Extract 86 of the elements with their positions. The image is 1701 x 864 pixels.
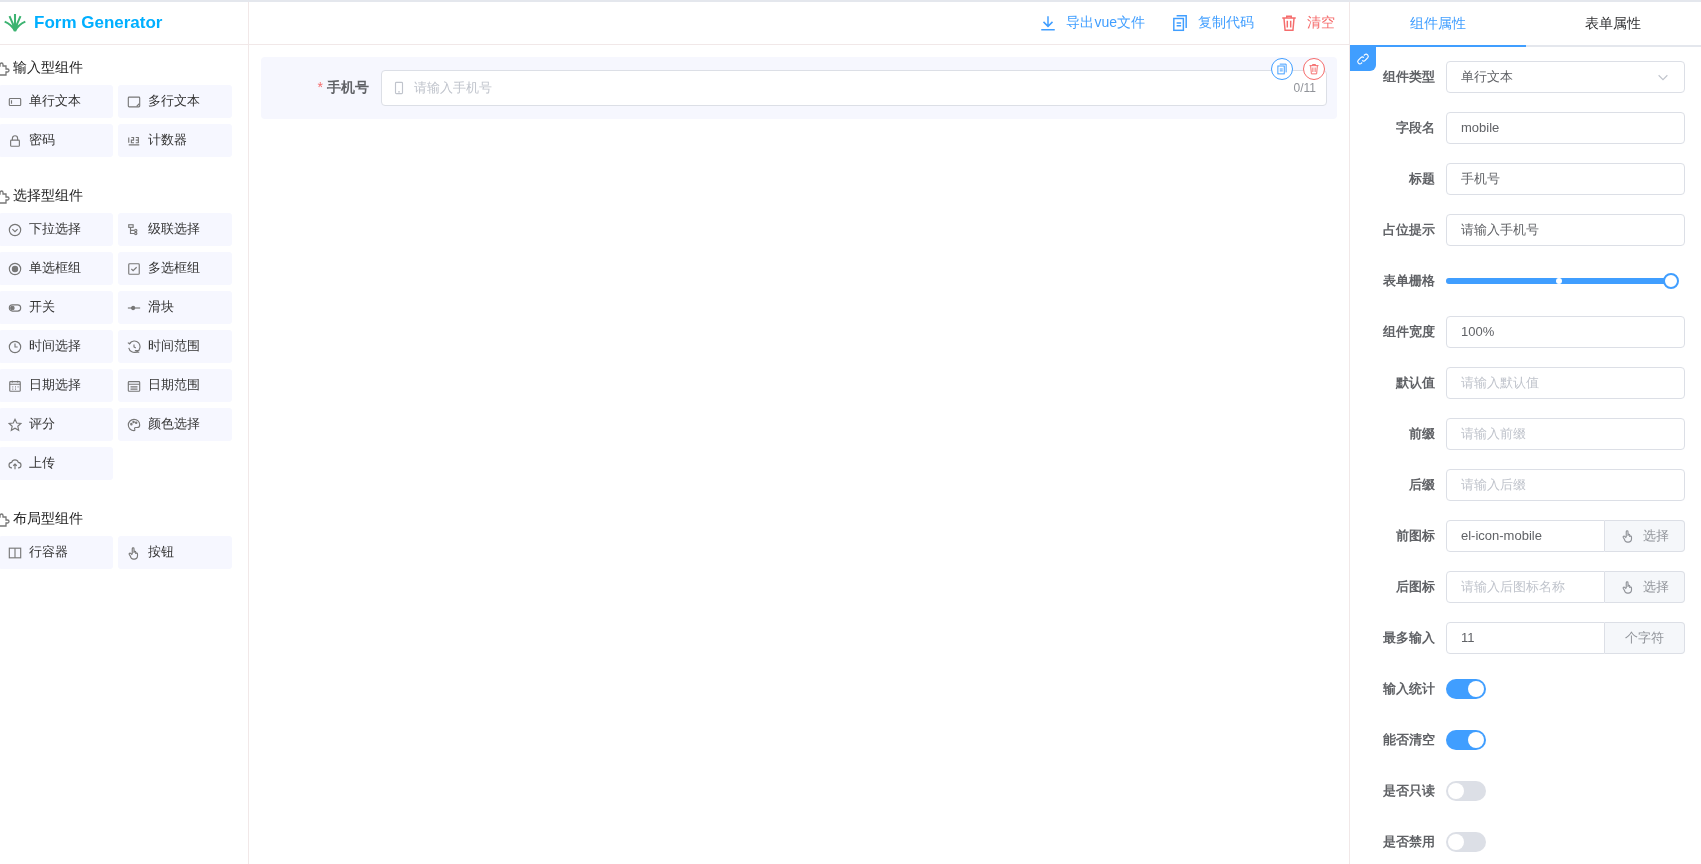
hand-pointer-icon bbox=[1620, 528, 1635, 543]
field-label: 字段名 bbox=[1395, 118, 1436, 137]
component-item[interactable]: 日期范围 bbox=[118, 369, 232, 402]
app-title: Form Generator bbox=[34, 13, 163, 33]
field-label: 后图标 bbox=[1395, 577, 1436, 596]
component-item[interactable]: 按钮 bbox=[118, 536, 232, 569]
input-field[interactable]: 100% bbox=[1446, 315, 1685, 348]
toggle-switch[interactable] bbox=[1446, 678, 1486, 699]
field-label: 默认值 bbox=[1394, 373, 1436, 392]
input-field[interactable]: 手机号 bbox=[1446, 162, 1685, 195]
input-suffix: 个字符 bbox=[1605, 621, 1685, 654]
group-title: 布局型组件 bbox=[13, 510, 83, 528]
input-field[interactable]: el-icon-mobile bbox=[1446, 519, 1605, 552]
field-label: 最多输入 bbox=[1382, 628, 1436, 647]
delete-button[interactable] bbox=[1303, 58, 1325, 80]
input-field[interactable]: mobile bbox=[1446, 111, 1685, 144]
dropdown[interactable]: 单行文本 bbox=[1446, 60, 1685, 93]
palette-icon bbox=[127, 417, 141, 432]
component-item[interactable]: 时间范围 bbox=[118, 330, 232, 363]
copy-icon bbox=[1276, 63, 1288, 75]
calendar-range-icon bbox=[127, 378, 141, 393]
field-label: 输入统计 bbox=[1382, 679, 1436, 698]
char-counter: 0/11 bbox=[1293, 81, 1316, 95]
toggle-switch[interactable] bbox=[1446, 780, 1486, 801]
component-item[interactable]: 单行文本 bbox=[0, 85, 113, 118]
component-item[interactable]: 单选框组 bbox=[0, 252, 113, 285]
component-item[interactable]: 上传 bbox=[0, 447, 113, 480]
textarea-icon bbox=[127, 94, 141, 109]
toggle-switch[interactable] bbox=[1446, 729, 1486, 750]
star-icon bbox=[8, 417, 22, 432]
cloud-upload-icon bbox=[8, 456, 22, 471]
component-item[interactable]: 计数器 bbox=[118, 124, 232, 157]
radio-icon bbox=[8, 261, 22, 276]
hand-pointer-icon bbox=[1620, 579, 1635, 594]
group-title: 选择型组件 bbox=[13, 187, 83, 205]
component-item[interactable]: 级联选择 bbox=[118, 213, 232, 246]
field-label: 能否清空 bbox=[1382, 730, 1436, 749]
field-label: 手机号 bbox=[327, 79, 369, 97]
field-label: 表单栅格 bbox=[1382, 271, 1436, 290]
input-field[interactable]: 11 bbox=[1446, 621, 1605, 654]
link-button[interactable] bbox=[1350, 47, 1376, 71]
field-label: 前图标 bbox=[1395, 526, 1436, 545]
input-field[interactable]: 请输入手机号 bbox=[1446, 213, 1685, 246]
field-label: 前缀 bbox=[1408, 424, 1436, 443]
component-item[interactable]: 行容器 bbox=[0, 536, 113, 569]
phone-icon bbox=[392, 81, 406, 95]
component-item[interactable]: 多行文本 bbox=[118, 85, 232, 118]
field-label: 标题 bbox=[1408, 169, 1436, 188]
required-mark: * bbox=[317, 79, 323, 97]
field-label: 是否只读 bbox=[1382, 781, 1436, 800]
calendar-icon bbox=[8, 378, 22, 393]
clock-range-icon bbox=[127, 339, 141, 354]
lock-icon bbox=[8, 133, 22, 148]
component-item[interactable]: 滑块 bbox=[118, 291, 232, 324]
field-label: 后缀 bbox=[1408, 475, 1436, 494]
field-label: 组件类型 bbox=[1382, 67, 1436, 86]
clock-icon bbox=[8, 339, 22, 354]
group-title: 输入型组件 bbox=[13, 59, 83, 77]
field-label: 是否禁用 bbox=[1382, 832, 1436, 851]
hand-pointer-icon bbox=[127, 545, 141, 560]
toggle-switch[interactable] bbox=[1446, 831, 1486, 852]
trash-icon bbox=[1280, 14, 1298, 32]
copy-icon bbox=[1171, 14, 1189, 32]
component-item[interactable]: 多选框组 bbox=[118, 252, 232, 285]
checkbox-icon bbox=[127, 261, 141, 276]
component-item[interactable]: 时间选择 bbox=[0, 330, 113, 363]
slider[interactable] bbox=[1446, 271, 1680, 290]
component-item[interactable]: 下拉选择 bbox=[0, 213, 113, 246]
form-item[interactable]: * 手机号 请输入手机号 0/11 bbox=[261, 57, 1337, 119]
component-item[interactable]: 开关 bbox=[0, 291, 113, 324]
download-icon bbox=[1039, 14, 1058, 32]
tree-icon bbox=[127, 222, 141, 237]
component-item[interactable]: 颜色选择 bbox=[118, 408, 232, 441]
component-item[interactable]: 日期选择 bbox=[0, 369, 113, 402]
chevron-circle-icon bbox=[8, 222, 22, 237]
component-item[interactable]: 密码 bbox=[0, 124, 113, 157]
columns-icon bbox=[8, 545, 22, 560]
trash-icon bbox=[1308, 63, 1320, 75]
component-item[interactable]: 评分 bbox=[0, 408, 113, 441]
slider-thumb[interactable] bbox=[1663, 272, 1679, 289]
link-icon bbox=[1356, 52, 1370, 66]
field-label: 组件宽度 bbox=[1382, 322, 1436, 341]
tab[interactable]: 表单属性 bbox=[1525, 2, 1701, 47]
copy-button[interactable] bbox=[1271, 58, 1293, 80]
field-label: 占位提示 bbox=[1382, 220, 1436, 239]
leaf-logo-icon bbox=[4, 12, 26, 34]
